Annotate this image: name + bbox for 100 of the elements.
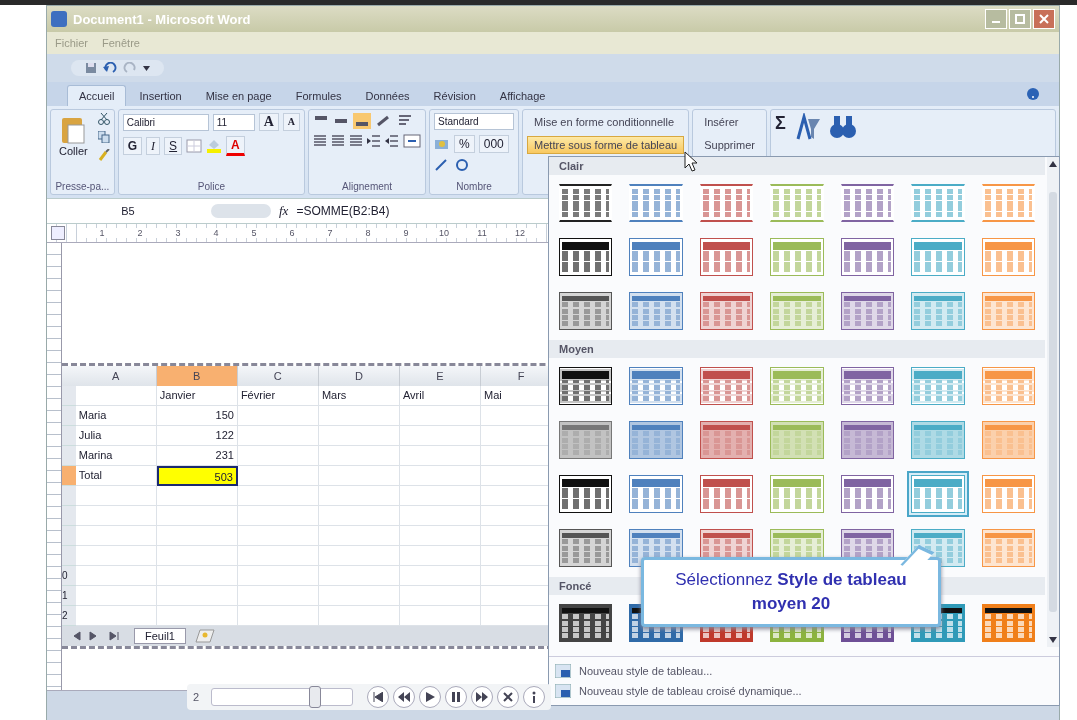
decrease-indent-icon[interactable] (367, 134, 382, 148)
tab-selector-icon[interactable] (51, 226, 65, 240)
rewind-button[interactable] (393, 686, 416, 708)
rewind-icon (398, 692, 411, 702)
font-name-field[interactable]: Calibri (122, 113, 209, 131)
align-text-icon[interactable] (313, 134, 328, 148)
row-header[interactable]: 2 (62, 606, 76, 626)
page-number: 2 (193, 691, 200, 703)
increase-indent-icon[interactable] (385, 134, 400, 148)
ribbon-tab[interactable]: Mise en page (194, 86, 283, 106)
seek-slider[interactable] (211, 688, 354, 706)
scroll-up-icon[interactable] (1049, 161, 1057, 167)
row-header[interactable]: 0 (62, 566, 76, 586)
decrease-decimal-icon[interactable] (454, 158, 471, 172)
close-button[interactable] (497, 686, 520, 708)
conditional-format-button[interactable]: Mise en forme conditionnelle (527, 113, 682, 131)
info-button[interactable] (523, 686, 546, 708)
grow-font-button[interactable]: A (258, 113, 279, 131)
table-cell: Maria (75, 406, 157, 426)
scrollbar[interactable] (1047, 157, 1059, 647)
column-header[interactable]: B (156, 366, 238, 386)
ribbon-tab[interactable]: Insertion (128, 86, 193, 106)
skip-back-button[interactable] (367, 686, 390, 708)
name-box[interactable]: B5 (53, 205, 203, 217)
close-icon (1039, 14, 1049, 24)
sum-button[interactable]: Σ (774, 113, 786, 134)
align-bottom-icon[interactable] (353, 113, 372, 129)
binoculars-icon[interactable] (827, 113, 858, 141)
formula-field[interactable]: =SOMME(B2:B4) (296, 204, 390, 218)
table-cell: Mars (318, 386, 400, 406)
column-header[interactable]: D (318, 366, 400, 386)
clipboard-icon (60, 115, 87, 145)
align-text-icon[interactable] (331, 134, 346, 148)
table-style-icon (555, 664, 571, 678)
column-header[interactable]: E (399, 366, 481, 386)
pause-button[interactable] (445, 686, 468, 708)
scissors-icon[interactable] (97, 113, 110, 125)
pause-icon (451, 692, 462, 702)
column-header[interactable]: C (237, 366, 319, 386)
align-text-icon[interactable] (349, 134, 364, 148)
undo-icon[interactable] (103, 62, 117, 74)
insert-function-button[interactable]: fx (279, 203, 289, 219)
group-label: Nombre (455, 180, 493, 194)
close-icon (503, 692, 514, 702)
sheet-tab[interactable]: Feuil1 (134, 628, 186, 644)
fast-forward-icon (476, 692, 489, 702)
group-label: Police (196, 180, 227, 194)
shrink-font-button[interactable]: A (282, 113, 301, 131)
help-icon[interactable] (1027, 88, 1039, 100)
menu-item[interactable]: Nouveau style de tableau croisé dynamique... (579, 685, 802, 697)
underline-button[interactable]: S (164, 137, 183, 155)
scroll-down-icon[interactable] (1049, 637, 1057, 643)
minimize-icon (992, 21, 1000, 23)
row-header[interactable]: 1 (62, 586, 76, 606)
table-style-icon (555, 684, 571, 698)
ribbon-tab[interactable]: Affichage (488, 86, 557, 106)
table-style-thumbnail[interactable] (907, 471, 969, 517)
table-cell: 150 (156, 406, 238, 426)
ribbon-tab[interactable]: Formules (284, 86, 353, 106)
thousands-button[interactable]: 000 (478, 135, 509, 153)
table-cell: Janvier (156, 386, 238, 406)
bold-button[interactable]: G (122, 137, 143, 155)
percent-button[interactable]: % (454, 135, 475, 153)
maximize-icon (1015, 14, 1025, 24)
column-header[interactable]: A (75, 366, 157, 386)
play-icon (425, 692, 436, 702)
window-title: Document1 - Microsoft Word (73, 11, 251, 27)
table-cell: 122 (156, 426, 238, 446)
delete-button[interactable]: Supprimer (697, 136, 762, 154)
play-button[interactable] (419, 686, 442, 708)
group-label: Presse-pa... (55, 180, 110, 194)
font-size-field[interactable]: 11 (212, 113, 255, 131)
save-icon[interactable] (85, 62, 97, 74)
menu-item[interactable]: Nouveau style de tableau... (579, 665, 713, 677)
fast-forward-button[interactable] (471, 686, 494, 708)
fill-color-icon[interactable] (206, 139, 223, 153)
ribbon-tab[interactable]: Données (354, 86, 421, 106)
number-format-field[interactable]: Standard (434, 113, 515, 130)
ribbon-tab[interactable]: Accueil (67, 85, 127, 106)
copy-icon[interactable] (97, 131, 110, 143)
caret-icon[interactable] (143, 65, 150, 71)
merge-cells-icon[interactable] (403, 134, 422, 148)
table-cell: Total (75, 466, 157, 486)
table-cell: Julia (75, 426, 157, 446)
table-cell: Février (237, 386, 319, 406)
paste-button[interactable]: Coller (55, 113, 92, 159)
insert-button[interactable]: Insérer (697, 113, 746, 131)
new-sheet-icon[interactable] (193, 629, 216, 643)
brush-icon[interactable] (97, 149, 110, 161)
table-cell: Avril (399, 386, 481, 406)
italic-button[interactable]: I (146, 137, 161, 155)
ribbon-tab[interactable]: Révision (422, 86, 487, 106)
section-heading: Clair (549, 157, 1045, 175)
table-cell: 503 (156, 466, 238, 486)
seek-handle[interactable] (309, 686, 322, 708)
info-icon (531, 691, 538, 703)
section-heading: Moyen (549, 340, 1045, 358)
font-color-button[interactable]: A (226, 136, 245, 156)
format-as-table-button[interactable]: Mettre sous forme de tableau (527, 136, 685, 154)
word-icon (51, 11, 67, 27)
